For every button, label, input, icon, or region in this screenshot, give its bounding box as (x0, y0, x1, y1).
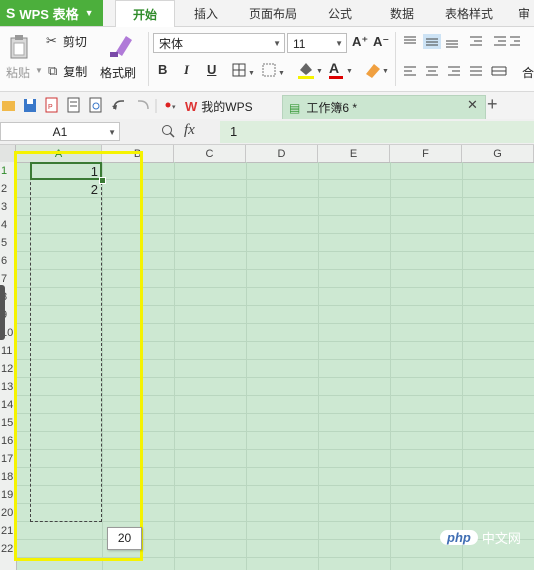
svg-text:▼: ▼ (248, 70, 255, 77)
font-size-value: 11 (293, 37, 306, 51)
tab-table-style[interactable]: 表格样式 (436, 0, 502, 26)
underline-button[interactable]: U (207, 62, 216, 77)
tab-my-wps[interactable]: W 我的WPS (185, 95, 253, 119)
gridline (390, 162, 391, 570)
grow-font-button[interactable]: A⁺ (352, 34, 368, 50)
tab-review[interactable]: 审 (514, 0, 534, 26)
clear-format-button[interactable]: ▼ (362, 60, 390, 83)
watermark-logo: php (440, 529, 478, 545)
merge-label[interactable]: 合 (522, 64, 534, 81)
copy-icon: ⧉ (48, 63, 58, 78)
font-name-value: 宋体 (159, 37, 184, 51)
chevron-down-icon: ▼ (335, 39, 343, 48)
gridline (318, 162, 319, 570)
tab-data[interactable]: 数据 (378, 0, 426, 26)
grid-icon: ▼ (262, 63, 285, 77)
close-icon[interactable]: ✕ (467, 97, 478, 113)
chevron-down-icon: ▼ (84, 8, 94, 18)
tab-home[interactable]: 开始 (115, 0, 175, 28)
svg-text:A: A (329, 60, 339, 76)
paint-bucket-icon: ▼ (298, 63, 323, 79)
add-tab-icon[interactable]: + (487, 94, 498, 115)
italic-button[interactable]: I (184, 62, 189, 78)
side-panel-handle[interactable] (0, 285, 5, 340)
eraser-icon: ▼ (366, 64, 389, 78)
tab-insert[interactable]: 插入 (180, 0, 232, 26)
font-size-select[interactable]: 11 ▼ (287, 33, 347, 53)
gridline (174, 162, 175, 570)
cut-label: 剪切 (62, 34, 87, 49)
divider (395, 32, 396, 86)
svg-text:▼: ▼ (316, 68, 323, 75)
cell-format-button[interactable]: ▼ (262, 62, 288, 81)
app-menu-button[interactable]: S WPS 表格 ▼ (0, 0, 103, 26)
font-name-select[interactable]: 宋体 ▼ (153, 33, 285, 53)
spreadsheet-icon: ▤ (289, 100, 301, 115)
watermark-text: 中文网 (481, 530, 521, 546)
formula-input[interactable]: 1 (220, 121, 534, 143)
copy-button[interactable]: ⧉ 复制 (48, 62, 87, 80)
chevron-down-icon: ▼ (108, 128, 116, 137)
app-name: WPS 表格 (19, 6, 79, 22)
tab-formulas[interactable]: 公式 (316, 0, 364, 26)
tab-workbook[interactable]: ▤ 工作簿6 * (282, 95, 486, 119)
font-color-button[interactable]: A ▼ (327, 60, 355, 83)
alignment-bottom-row[interactable] (402, 64, 512, 80)
gridline (246, 162, 247, 570)
zoom-icon[interactable] (161, 124, 175, 138)
fill-value-tooltip: 20 (107, 527, 142, 550)
chevron-down-icon: ▼ (35, 66, 43, 75)
brush-icon (110, 36, 132, 57)
tab-my-wps-label: 我的WPS (201, 100, 253, 114)
column-header-c[interactable]: C (174, 145, 246, 162)
column-header-d[interactable]: D (246, 145, 318, 162)
svg-text:▼: ▼ (278, 70, 285, 77)
svg-text:P: P (48, 104, 53, 111)
bold-button[interactable]: B (158, 62, 167, 77)
scissors-icon: ✂ (46, 33, 57, 48)
shrink-font-button[interactable]: A⁻ (373, 34, 389, 50)
clipboard-icon (10, 35, 28, 59)
paste-button[interactable] (8, 34, 30, 60)
copy-label: 复制 (63, 64, 88, 79)
paste-label: 粘贴 (6, 66, 31, 80)
column-header-e[interactable]: E (318, 145, 390, 162)
wps-logo-icon: S (6, 5, 16, 21)
font-color-icon: A ▼ (329, 60, 353, 79)
tab-page-layout[interactable]: 页面布局 (240, 0, 306, 26)
quick-access-icons[interactable]: P ▾ (2, 97, 177, 115)
format-painter-label: 格式刷 (100, 66, 137, 80)
gridline (462, 162, 463, 570)
indent-button[interactable] (492, 34, 522, 50)
divider (148, 32, 149, 86)
chevron-down-icon: ▼ (273, 39, 281, 48)
watermark: php 中文网 (440, 526, 534, 548)
column-header-g[interactable]: G (462, 145, 534, 162)
border-button[interactable]: ▼ (232, 62, 256, 81)
tab-workbook-label: 工作簿6 * (306, 100, 358, 115)
svg-text:▼: ▼ (382, 68, 389, 75)
fx-button[interactable]: fx (184, 122, 195, 139)
annotation-highlight-box (14, 151, 143, 561)
column-header-f[interactable]: F (390, 145, 462, 162)
fill-color-button[interactable]: ▼ (296, 60, 324, 83)
svg-text:▼: ▼ (346, 68, 353, 75)
name-box-value: A1 (52, 125, 68, 139)
cut-button[interactable]: ✂ 剪切 (46, 32, 87, 50)
name-box[interactable]: A1 ▼ (0, 122, 120, 141)
svg-text:▾: ▾ (172, 104, 176, 111)
format-painter-button[interactable]: 格式刷 (100, 32, 140, 82)
wps-logo-icon: W (185, 99, 198, 114)
alignment-top-row[interactable] (402, 34, 492, 50)
border-icon: ▼ (232, 63, 255, 77)
